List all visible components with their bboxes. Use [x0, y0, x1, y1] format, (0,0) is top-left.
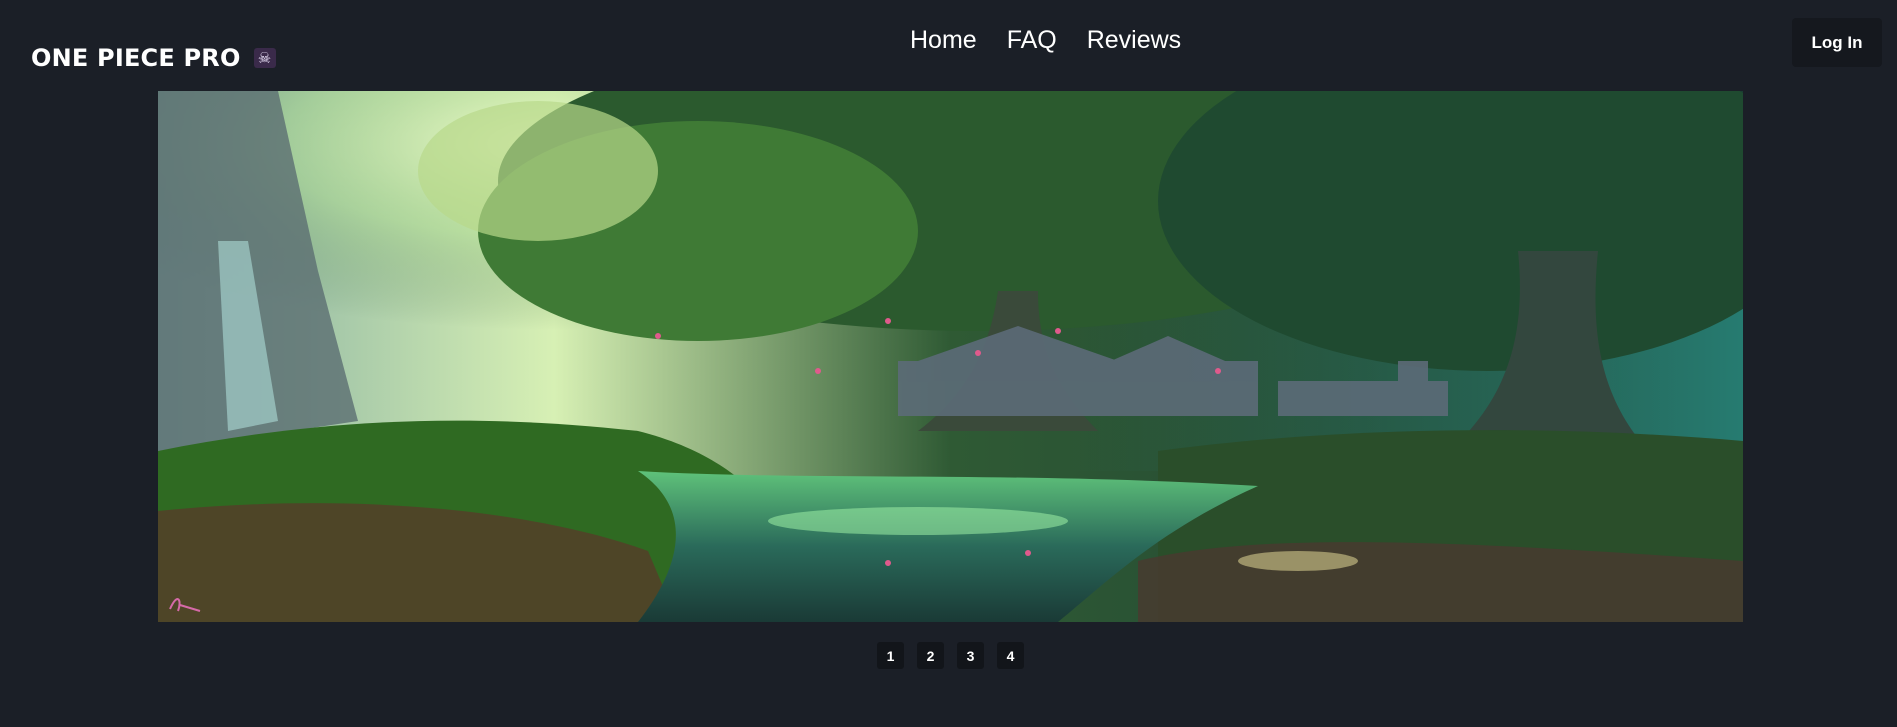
page-button-4[interactable]: 4 [997, 642, 1024, 669]
page-button-3[interactable]: 3 [957, 642, 984, 669]
login-button[interactable]: Log In [1792, 18, 1882, 67]
main-nav: Home FAQ Reviews [910, 26, 1181, 55]
nav-link-home[interactable]: Home [910, 26, 977, 55]
page-button-2[interactable]: 2 [917, 642, 944, 669]
nav-link-faq[interactable]: FAQ [1007, 26, 1057, 55]
nav-link-reviews[interactable]: Reviews [1087, 26, 1181, 55]
page-button-1[interactable]: 1 [877, 642, 904, 669]
brand-logo[interactable]: ONE PIECE PRO ☠ [31, 44, 276, 72]
carousel-pagination: 1 2 3 4 [877, 642, 1024, 669]
forest-scene-illustration [158, 91, 1743, 622]
hero-banner-image [158, 91, 1743, 622]
skull-crossbones-icon: ☠ [253, 48, 276, 68]
brand-name: ONE PIECE PRO [31, 44, 241, 72]
